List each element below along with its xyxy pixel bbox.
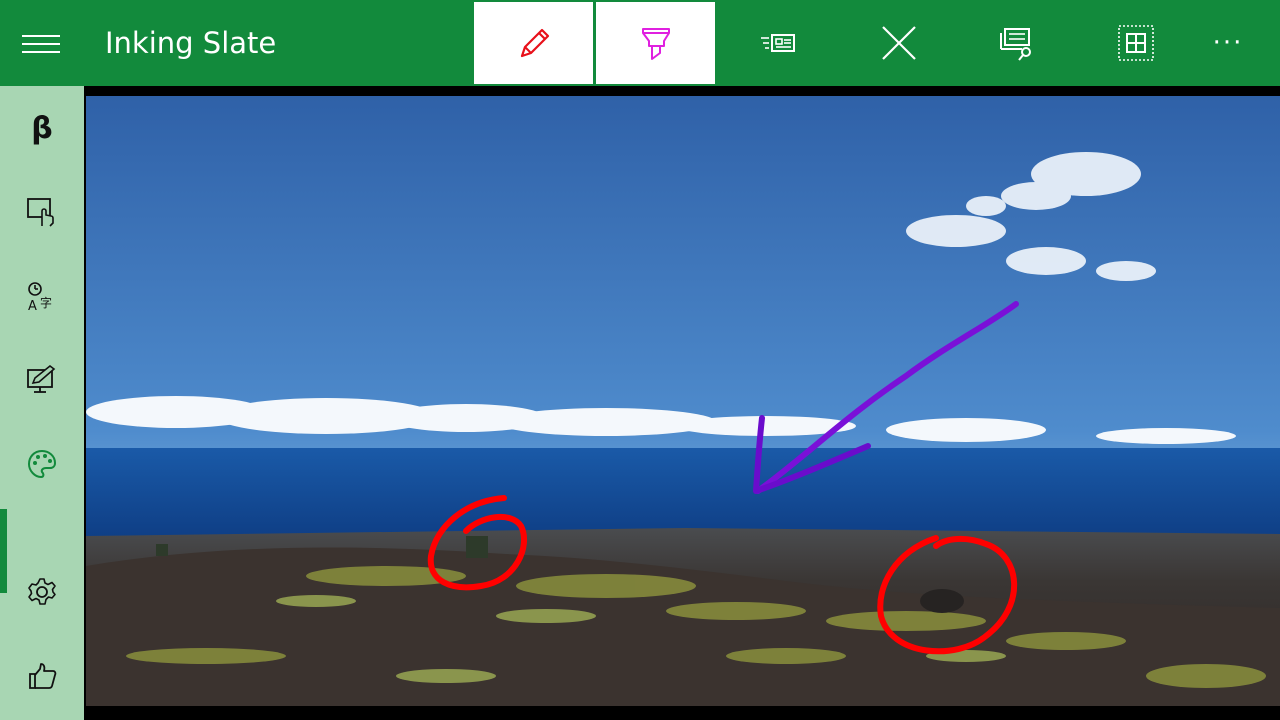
hamburger-menu-icon[interactable]	[22, 33, 62, 55]
inking-canvas[interactable]	[86, 86, 1280, 720]
svg-text:字: 字	[40, 295, 52, 310]
timer-text-icon: A 字	[28, 282, 52, 312]
more-options-button[interactable]: ···	[1178, 2, 1278, 84]
sidebar-item-draw-desktop[interactable]	[0, 350, 84, 410]
sidebar-item-beta[interactable]: β	[0, 98, 84, 158]
sidebar-item-touch[interactable]	[0, 182, 84, 242]
touch-screen-icon	[27, 198, 54, 227]
news-view-button[interactable]	[718, 2, 837, 84]
sidebar: β A 字	[0, 86, 84, 720]
image-search-icon	[999, 28, 1031, 61]
svg-text:A: A	[28, 299, 37, 312]
more-icon: ···	[1212, 28, 1244, 58]
close-icon	[881, 26, 916, 60]
palette-icon	[27, 449, 57, 479]
landscape-photo	[86, 96, 1280, 706]
like-icon	[29, 663, 57, 689]
newspaper-icon	[760, 34, 795, 52]
beta-icon: β	[31, 110, 53, 146]
select-grid-icon	[1117, 25, 1154, 61]
app-title: Inking Slate	[105, 26, 277, 60]
pen-icon	[520, 28, 549, 58]
sidebar-item-timer-text[interactable]: A 字	[0, 266, 84, 326]
sidebar-item-palette[interactable]	[0, 434, 84, 494]
pen-tool-button[interactable]	[474, 2, 593, 84]
highlighter-icon	[641, 28, 670, 60]
clear-button[interactable]	[839, 2, 958, 84]
highlighter-tool-button[interactable]	[596, 2, 715, 84]
image-search-button[interactable]	[958, 2, 1077, 84]
sidebar-item-like[interactable]	[0, 646, 84, 706]
draw-desktop-icon	[27, 364, 56, 393]
sidebar-item-settings[interactable]	[0, 562, 84, 622]
title-bar: Inking Slate ···	[0, 0, 1280, 86]
settings-icon	[28, 578, 56, 605]
